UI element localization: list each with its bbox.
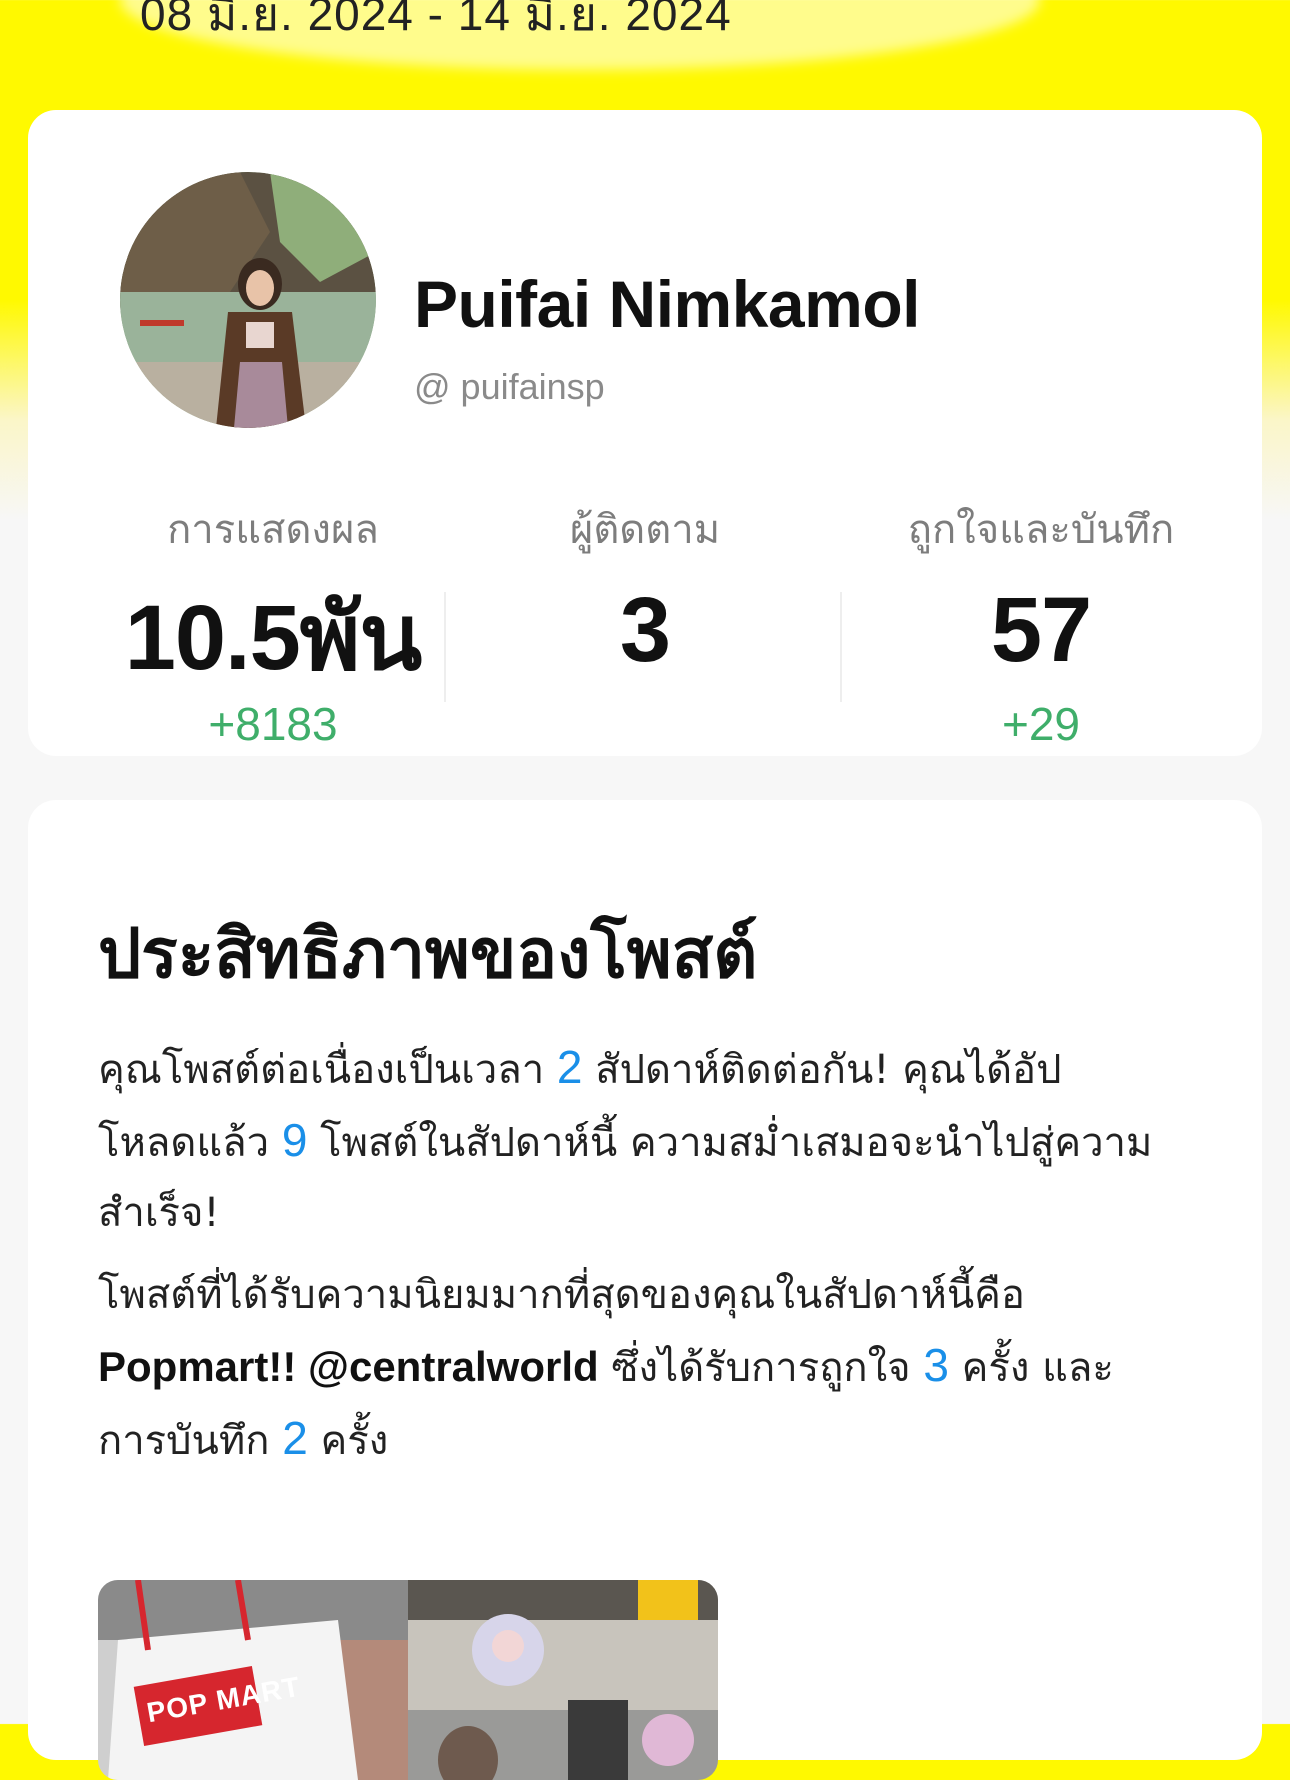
streak-weeks-count: 2 [556, 1041, 583, 1093]
section-title: ประสิทธิภาพของโพสต์ [98, 915, 758, 994]
stat-value: 3 [619, 579, 671, 681]
avatar[interactable] [120, 172, 376, 428]
avatar-photo [120, 172, 376, 428]
top-post-summary: โพสต์ที่ได้รับความนิยมมากที่สุดของคุณในส… [98, 1260, 1158, 1476]
stat-delta: +8183 [208, 698, 338, 750]
header-band: 08 มิ.ย. 2024 - 14 มิ.ย. 2024 [0, 0, 1290, 110]
top-post-text: ซึ่งได้รับการถูกใจ [598, 1345, 924, 1391]
top-post-text: โพสต์ที่ได้รับความนิยมมากที่สุดของคุณในส… [98, 1272, 1025, 1318]
stat-value: 10.5พัน [124, 587, 423, 689]
user-handle: @ puifainsp [414, 366, 605, 407]
streak-summary: คุณโพสต์ต่อเนื่องเป็นเวลา 2 สัปดาห์ติดต่… [98, 1032, 1158, 1248]
likes-count: 3 [923, 1339, 949, 1391]
streak-text: คุณโพสต์ต่อเนื่องเป็นเวลา [98, 1047, 557, 1093]
post-thumbnail[interactable] [408, 1580, 718, 1780]
stat-followers: ผู้ติดตาม 3 [445, 500, 845, 688]
top-post-thumbnails[interactable]: POP MART [98, 1580, 718, 1780]
stat-delta: +29 [1001, 698, 1081, 750]
post-performance-card: ประสิทธิภาพของโพสต์ คุณโพสต์ต่อเนื่องเป็… [28, 800, 1262, 1780]
post-thumbnail[interactable]: POP MART [98, 1580, 408, 1780]
top-post-name: Popmart!! @centralworld [98, 1343, 599, 1390]
stats-row: การแสดงผล 10.5พัน +8183 ผู้ติดตาม 3 ถูกใ… [28, 500, 1262, 800]
stat-likes-saves: ถูกใจและบันทึก 57 +29 [841, 500, 1241, 752]
date-range: 08 มิ.ย. 2024 - 14 มิ.ย. 2024 [140, 0, 732, 40]
stat-label: ผู้ติดตาม [569, 507, 721, 553]
thumbnail-image [408, 1580, 718, 1780]
stat-value: 57 [990, 579, 1092, 681]
stat-label: การแสดงผล [167, 507, 379, 553]
profile-card: Puifai Nimkamol @ puifainsp การแสดงผล 10… [28, 110, 1262, 756]
stat-impressions: การแสดงผล 10.5พัน +8183 [73, 500, 473, 752]
display-name: Puifai Nimkamol [414, 267, 920, 341]
weekly-post-count: 9 [281, 1114, 308, 1166]
stat-label: ถูกใจและบันทึก [907, 507, 1175, 553]
saves-count: 2 [282, 1412, 308, 1464]
top-post-text: ครั้ง [307, 1418, 389, 1464]
